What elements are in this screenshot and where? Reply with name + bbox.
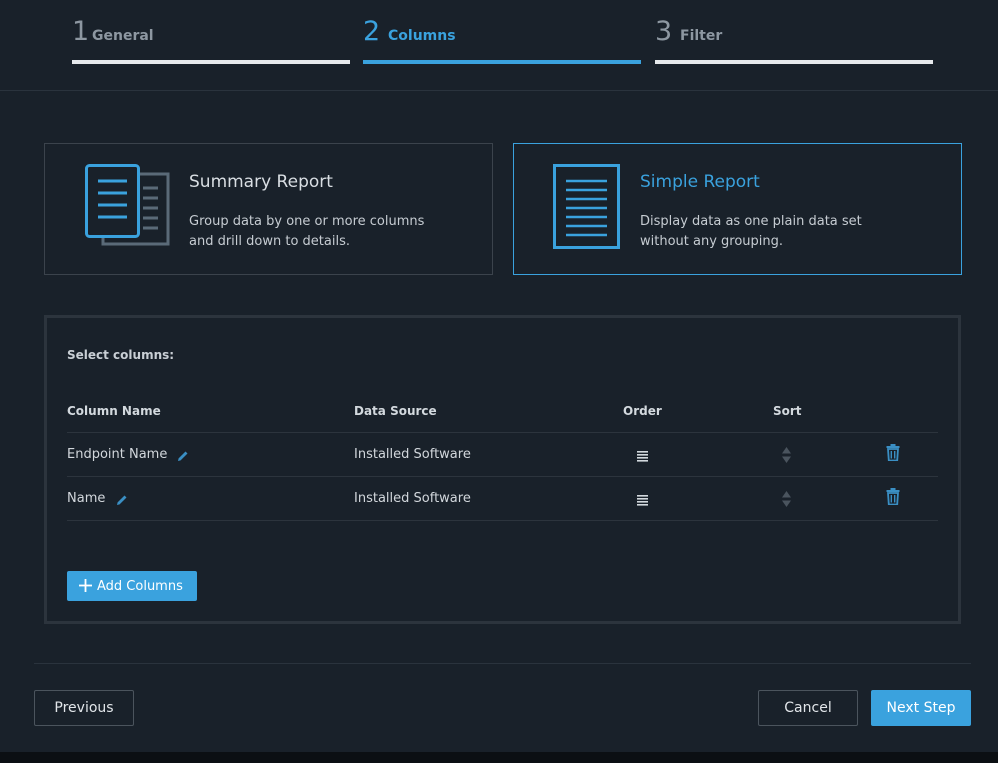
next-step-button[interactable]: Next Step xyxy=(871,690,971,726)
delete-trash-icon[interactable] xyxy=(886,444,900,465)
step-filter[interactable]: 3 Filter xyxy=(655,0,933,64)
column-name-cell: Endpoint Name xyxy=(67,447,168,462)
summary-report-title: Summary Report xyxy=(189,172,333,192)
step-general[interactable]: 1 General xyxy=(72,0,350,64)
description-line: without any grouping. xyxy=(640,234,784,249)
summary-report-card[interactable]: Summary Report Group data by one or more… xyxy=(44,143,493,275)
data-source-cell: Installed Software xyxy=(354,447,471,462)
step-columns[interactable]: 2 Columns xyxy=(363,0,641,64)
sort-toggle-icon[interactable] xyxy=(781,446,792,468)
drag-handle-icon[interactable] xyxy=(637,491,649,510)
sort-toggle-icon[interactable] xyxy=(781,490,792,512)
delete-trash-icon[interactable] xyxy=(886,488,900,509)
data-source-cell: Installed Software xyxy=(354,491,471,506)
header-column-name: Column Name xyxy=(67,404,161,418)
header-order: Order xyxy=(623,404,662,418)
select-columns-caption: Select columns: xyxy=(67,348,175,362)
description-line: Group data by one or more columns xyxy=(189,214,425,229)
edit-pencil-icon[interactable] xyxy=(177,447,189,466)
step-number: 2 xyxy=(363,16,381,47)
summary-report-icon xyxy=(85,164,170,246)
step-label: Filter xyxy=(680,28,723,44)
step-label: General xyxy=(92,28,154,44)
footer-divider xyxy=(34,663,971,664)
wizard-stepper: 1 General 2 Columns 3 Filter xyxy=(0,0,998,91)
report-wizard: 1 General 2 Columns 3 Filter Summary Rep… xyxy=(0,0,998,752)
summary-report-description: Group data by one or more columns and dr… xyxy=(189,212,469,252)
simple-report-icon xyxy=(553,164,620,249)
table-row: Name Installed Software xyxy=(67,477,938,521)
cancel-button[interactable]: Cancel xyxy=(758,690,858,726)
previous-button[interactable]: Previous xyxy=(34,690,134,726)
step-label: Columns xyxy=(388,28,456,44)
edit-pencil-icon[interactable] xyxy=(116,491,128,510)
columns-panel: Select columns: Column Name Data Source … xyxy=(44,315,961,624)
simple-report-description: Display data as one plain data set witho… xyxy=(640,212,920,252)
description-line: and drill down to details. xyxy=(189,234,350,249)
column-name-cell: Name xyxy=(67,491,106,506)
drag-handle-icon[interactable] xyxy=(637,447,649,466)
step-number: 1 xyxy=(72,16,90,47)
add-columns-label: Add Columns xyxy=(97,578,183,594)
simple-report-title: Simple Report xyxy=(640,172,760,192)
add-columns-button[interactable]: Add Columns xyxy=(67,571,197,601)
plus-icon xyxy=(79,579,92,596)
header-sort: Sort xyxy=(773,404,802,418)
table-row: Endpoint Name Installed Software xyxy=(67,433,938,477)
step-number: 3 xyxy=(655,16,673,47)
header-data-source: Data Source xyxy=(354,404,437,418)
simple-report-card[interactable]: Simple Report Display data as one plain … xyxy=(513,143,962,275)
columns-table-header: Column Name Data Source Order Sort xyxy=(67,402,938,433)
description-line: Display data as one plain data set xyxy=(640,214,862,229)
